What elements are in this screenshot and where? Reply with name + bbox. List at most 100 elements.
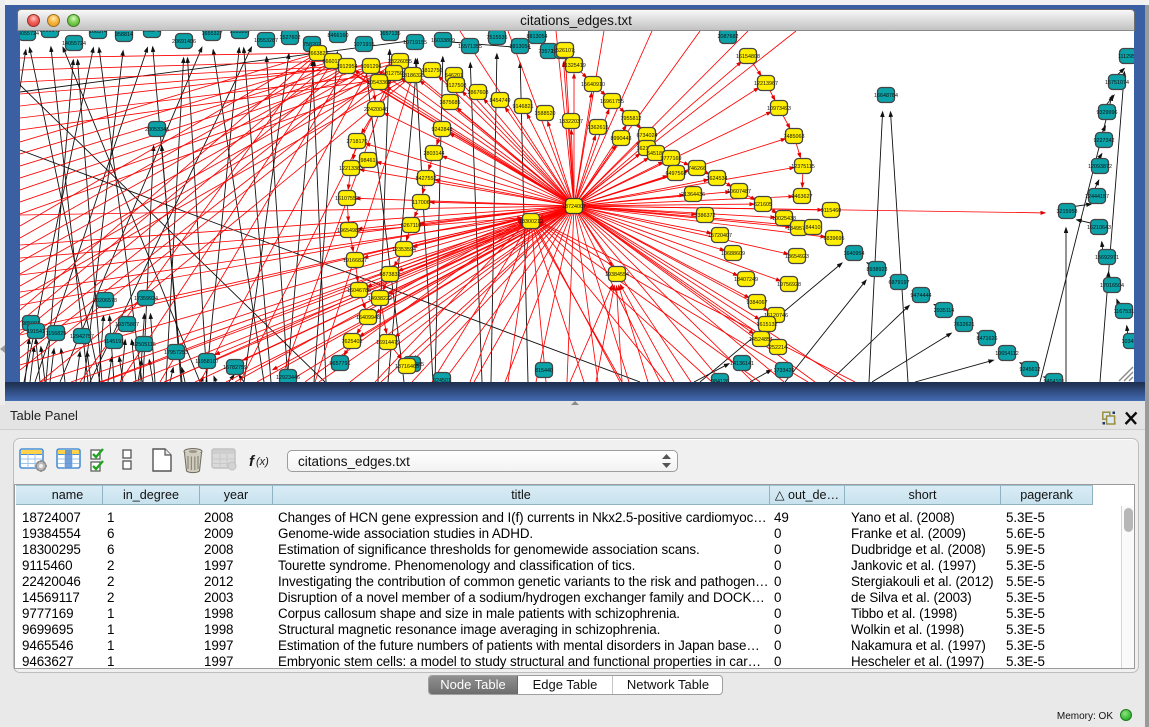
svg-text:1034501: 1034501	[1122, 339, 1135, 345]
svg-text:9553287: 9553287	[230, 31, 251, 35]
svg-text:1167531: 1167531	[1114, 309, 1134, 315]
svg-text:15751074: 15751074	[1105, 80, 1129, 86]
svg-text:12213383: 12213383	[339, 166, 363, 172]
svg-text:18407249: 18407249	[734, 277, 758, 283]
svg-text:16961755: 16961755	[600, 99, 624, 105]
svg-text:17957253: 17957253	[164, 350, 188, 356]
svg-text:17359924: 17359924	[134, 296, 158, 302]
svg-text:19654982: 19654982	[337, 228, 361, 234]
svg-text:8813054: 8813054	[510, 44, 531, 50]
svg-text:9777169: 9777169	[661, 156, 682, 162]
svg-text:9474444: 9474444	[911, 293, 932, 299]
svg-text:8471626: 8471626	[977, 336, 998, 342]
svg-text:958814: 958814	[115, 32, 133, 38]
svg-text:9657791: 9657791	[330, 361, 351, 367]
svg-text:6497568: 6497568	[666, 171, 687, 177]
svg-text:12942757: 12942757	[70, 334, 94, 340]
svg-text:3912954: 3912954	[337, 64, 358, 70]
svg-text:9384067: 9384067	[747, 300, 768, 306]
svg-text:2867608: 2867608	[468, 90, 489, 96]
svg-text:11325419: 11325419	[562, 63, 586, 69]
svg-text:10607487: 10607487	[727, 189, 751, 195]
svg-text:10543362: 10543362	[367, 80, 391, 86]
svg-text:16210643: 16210643	[1087, 225, 1111, 231]
svg-text:8938923: 8938923	[867, 267, 888, 273]
svg-text:20206578: 20206578	[93, 298, 117, 304]
svg-text:621605: 621605	[754, 202, 772, 208]
svg-text:9242848: 9242848	[432, 127, 453, 133]
svg-text:1091294: 1091294	[361, 64, 382, 70]
svg-text:6734024: 6734024	[637, 133, 658, 139]
svg-text:1812750: 1812750	[422, 68, 443, 74]
svg-text:203342: 203342	[143, 31, 161, 34]
svg-text:8813054: 8813054	[527, 34, 548, 40]
svg-text:17016504: 17016504	[1100, 283, 1124, 289]
svg-text:7386372: 7386372	[695, 213, 716, 219]
svg-text:1362615: 1362615	[588, 125, 609, 131]
svg-text:6839695: 6839695	[824, 236, 845, 242]
svg-text:9127508: 9127508	[446, 83, 467, 89]
svg-text:18322037: 18322037	[559, 119, 583, 125]
svg-text:18300212: 18300212	[519, 219, 543, 225]
svg-text:8427552: 8427552	[416, 176, 437, 182]
svg-text:10719155: 10719155	[403, 40, 427, 46]
svg-text:9227342: 9227342	[1094, 138, 1115, 144]
svg-text:14938222: 14938222	[368, 296, 392, 302]
svg-text:(x): (x)	[256, 456, 269, 468]
svg-text:14055724: 14055724	[20, 31, 39, 37]
svg-text:10973493: 10973493	[767, 106, 791, 112]
svg-text:6879197: 6879197	[889, 280, 910, 286]
svg-text:7625402: 7625402	[342, 339, 363, 345]
svg-text:9329996: 9329996	[1097, 110, 1118, 116]
svg-text:191541: 191541	[27, 329, 45, 335]
svg-text:2803144: 2803144	[424, 151, 445, 157]
svg-text:10553287: 10553287	[254, 38, 278, 44]
svg-text:19384554: 19384554	[605, 272, 629, 278]
svg-text:9115460: 9115460	[821, 208, 842, 214]
svg-text:8454749: 8454749	[490, 98, 511, 104]
svg-text:9464101: 9464101	[1044, 379, 1065, 382]
svg-text:526107: 526107	[556, 48, 574, 54]
svg-text:2935114: 2935114	[934, 308, 955, 314]
svg-text:8990443: 8990443	[611, 136, 632, 142]
svg-text:8267110: 8267110	[401, 223, 422, 229]
svg-text:98461: 98461	[361, 158, 376, 164]
svg-text:15692971: 15692971	[1095, 255, 1119, 261]
svg-text:252214: 252214	[769, 345, 787, 351]
svg-text:1145191: 1145191	[104, 339, 125, 345]
svg-text:9245612: 9245612	[1020, 367, 1041, 373]
svg-text:7485063: 7485063	[784, 134, 805, 140]
svg-text:16648784: 16648784	[874, 93, 898, 99]
svg-text:3215958: 3215958	[1057, 209, 1078, 215]
svg-text:1657135: 1657135	[380, 31, 401, 37]
svg-text:12093872: 12093872	[1088, 164, 1112, 170]
svg-text:924501: 924501	[433, 378, 451, 382]
svg-text:1156829: 1156829	[46, 331, 67, 337]
svg-text:5873832: 5873832	[380, 272, 401, 278]
svg-text:7955812: 7955812	[621, 116, 642, 122]
svg-text:16107552: 16107552	[335, 196, 359, 202]
svg-text:1588520: 1588520	[535, 111, 556, 117]
svg-text:16782759: 16782759	[223, 365, 247, 371]
svg-text:12444157: 12444157	[1085, 194, 1109, 200]
svg-text:9463627: 9463627	[792, 194, 813, 200]
svg-text:1071915: 1071915	[354, 42, 375, 48]
svg-text:815440: 815440	[535, 368, 553, 374]
svg-text:20053346: 20053346	[145, 127, 169, 133]
svg-text:11958107: 11958107	[195, 359, 219, 365]
svg-text:1733426: 1733426	[774, 368, 795, 374]
svg-text:13654923: 13654923	[785, 254, 809, 260]
svg-text:3875685: 3875685	[440, 100, 461, 106]
svg-text:2087682: 2087682	[718, 34, 739, 40]
svg-text:166374: 166374	[89, 31, 107, 35]
svg-text:16914479: 16914479	[376, 340, 400, 346]
svg-text:2718170: 2718170	[347, 139, 368, 145]
svg-text:f: f	[249, 453, 256, 470]
svg-text:14055724: 14055724	[62, 41, 86, 47]
svg-text:19375867: 19375867	[115, 322, 139, 328]
svg-text:7515535: 7515535	[487, 35, 508, 41]
svg-text:18724007: 18724007	[562, 204, 586, 210]
svg-text:1655327: 1655327	[202, 31, 223, 37]
svg-text:117006: 117006	[412, 200, 430, 206]
svg-text:10654112: 10654112	[995, 351, 1019, 357]
